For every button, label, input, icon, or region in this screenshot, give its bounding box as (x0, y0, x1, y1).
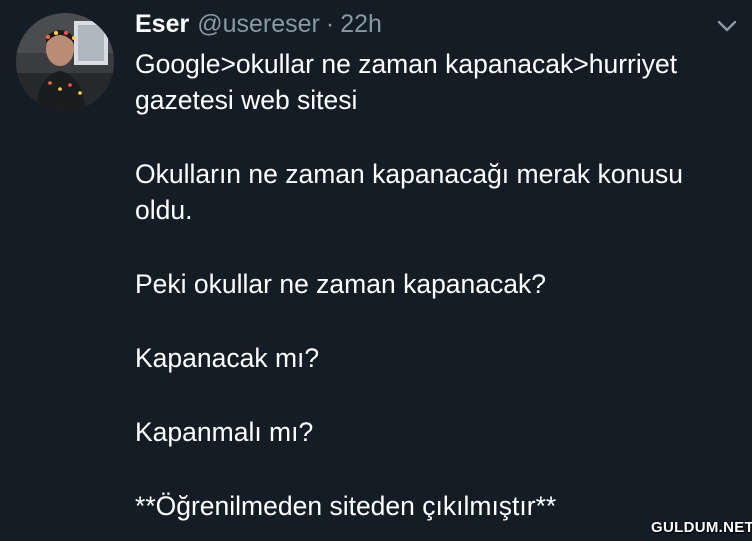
avatar-photo (16, 13, 114, 111)
tweet-line: Peki okullar ne zaman kapanacak? (135, 269, 546, 299)
tweet-line: oldu. (135, 195, 193, 225)
tweet: Eser @usereser · 22h Google>okullar ne z… (0, 0, 752, 541)
tweet-line: gazetesi web sitesi (135, 85, 358, 115)
avatar[interactable] (16, 13, 114, 111)
author-handle[interactable]: @usereser (197, 10, 320, 39)
author-name[interactable]: Eser (135, 10, 189, 39)
tweet-line: Kapanacak mı? (135, 343, 320, 373)
watermark: GULDUM.NET (651, 519, 752, 536)
tweet-menu-button[interactable] (716, 18, 738, 34)
tweet-line: Google>okullar ne zaman kapanacak>hurriy… (135, 49, 678, 79)
tweet-text: Google>okullar ne zaman kapanacak>hurriy… (135, 46, 735, 524)
chevron-down-icon (717, 20, 737, 32)
tweet-line: Okulların ne zaman kapanacağı merak konu… (135, 159, 683, 189)
tweet-line: Kapanmalı mı? (135, 417, 314, 447)
header-separator: · (325, 10, 335, 38)
tweet-timestamp[interactable]: 22h (340, 10, 382, 39)
tweet-line: **Öğrenilmeden siteden çıkılmıştır** (135, 491, 557, 521)
tweet-header: Eser @usereser · 22h (135, 10, 382, 44)
